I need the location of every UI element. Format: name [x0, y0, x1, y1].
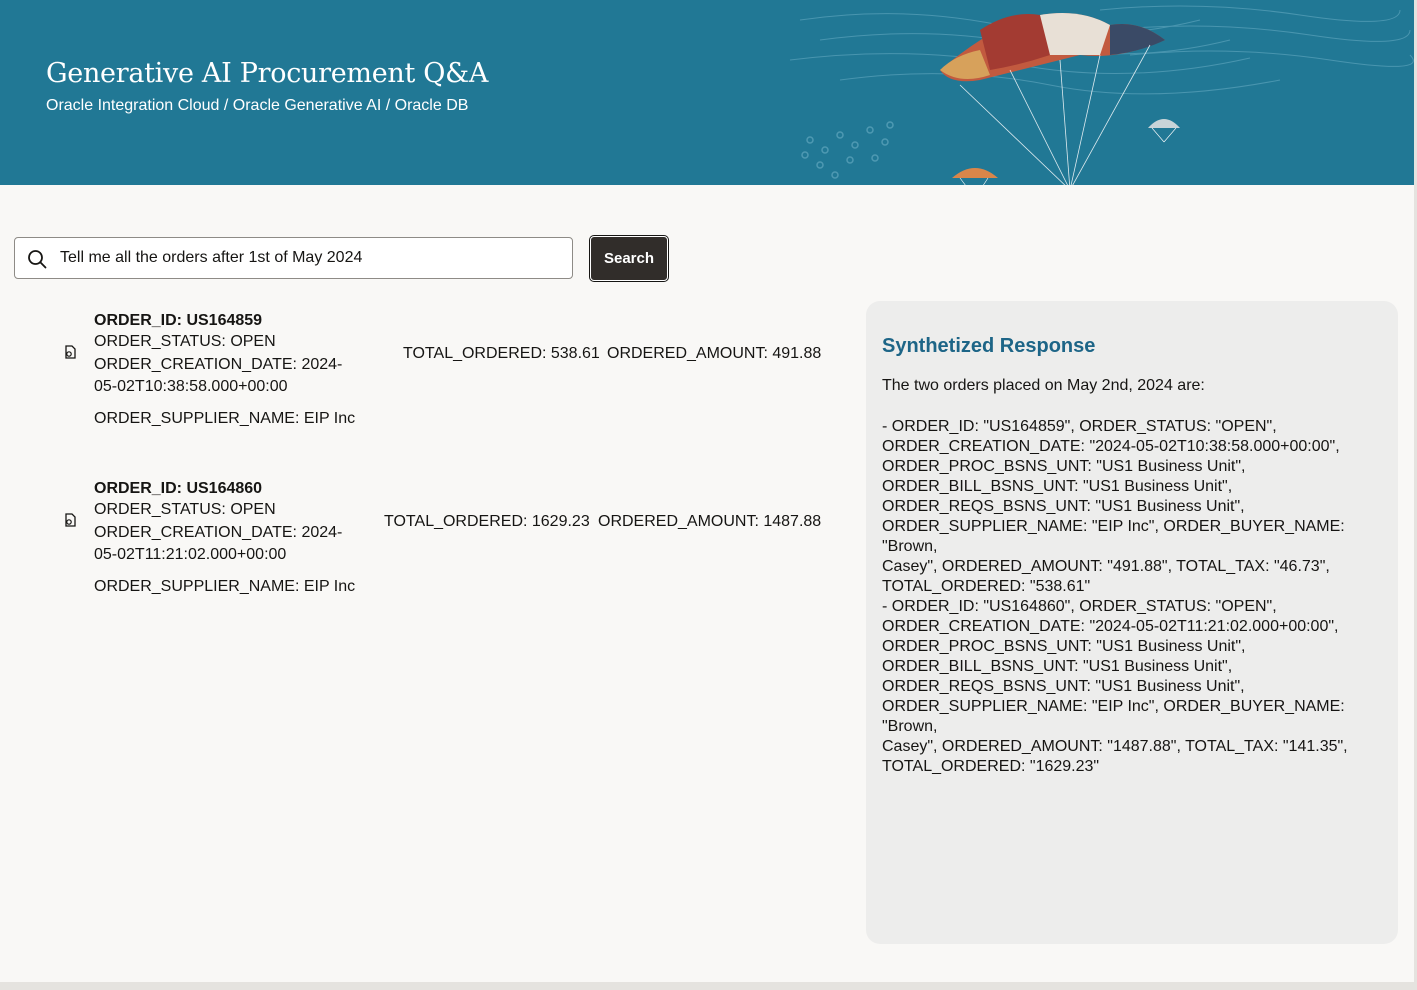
- response-title: Synthetized Response: [882, 335, 1096, 357]
- synthesized-response-panel: Synthetized Response The two orders plac…: [866, 301, 1398, 944]
- order-supplier: ORDER_SUPPLIER_NAME: EIP Inc: [94, 410, 356, 427]
- document-icon: [65, 345, 76, 359]
- result-item[interactable]: ORDER_ID: US164859 ORDER_STATUS: OPEN OR…: [60, 312, 840, 442]
- order-supplier: ORDER_SUPPLIER_NAME: EIP Inc: [94, 578, 356, 595]
- search-input-value[interactable]: Tell me all the orders after 1st of May …: [60, 249, 362, 267]
- search-input[interactable]: Tell me all the orders after 1st of May …: [14, 237, 573, 279]
- response-intro: The two orders placed on May 2nd, 2024 a…: [882, 377, 1205, 394]
- order-creation-date: ORDER_CREATION_DATE: 2024-05-02T11:21:02…: [94, 524, 343, 563]
- response-body: - ORDER_ID: "US164859", ORDER_STATUS: "O…: [882, 418, 1348, 775]
- order-id: ORDER_ID: US164860: [94, 480, 263, 497]
- ordered-amount: ORDERED_AMOUNT: 1487.88: [598, 513, 822, 530]
- page-header: Generative AI Procurement Q&A Oracle Int…: [0, 0, 1414, 185]
- order-status: ORDER_STATUS: OPEN: [94, 501, 276, 518]
- page-title: Generative AI Procurement Q&A: [46, 58, 489, 89]
- search-icon: [28, 250, 47, 269]
- order-status: ORDER_STATUS: OPEN: [94, 333, 276, 350]
- order-creation-date: ORDER_CREATION_DATE: 2024-05-02T10:38:58…: [94, 356, 343, 395]
- parachute-illustration: [789, 5, 1414, 185]
- result-item[interactable]: ORDER_ID: US164860 ORDER_STATUS: OPEN OR…: [60, 480, 840, 610]
- order-id: ORDER_ID: US164859: [94, 312, 263, 329]
- total-ordered: TOTAL_ORDERED: 538.61: [403, 345, 600, 362]
- ordered-amount: ORDERED_AMOUNT: 491.88: [607, 345, 822, 362]
- page-subtitle: Oracle Integration Cloud / Oracle Genera…: [46, 97, 469, 114]
- search-button[interactable]: Search: [590, 236, 668, 281]
- total-ordered: TOTAL_ORDERED: 1629.23: [384, 513, 590, 530]
- document-icon: [65, 513, 76, 527]
- window-edge-bottom: [0, 982, 1417, 990]
